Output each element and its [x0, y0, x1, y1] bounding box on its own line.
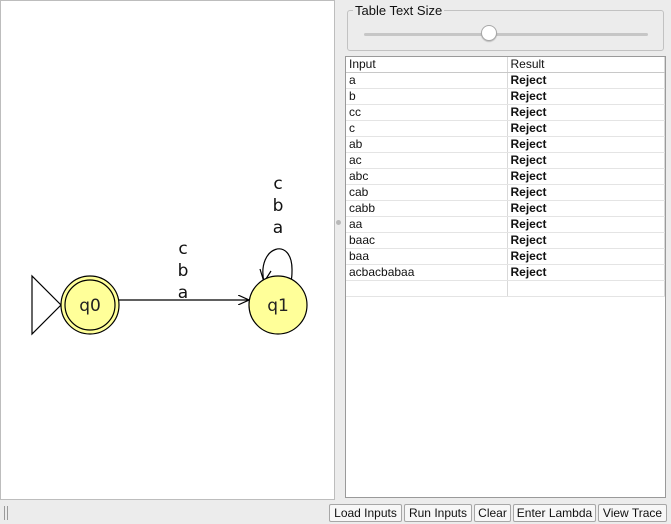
table-header-row: Input Result — [346, 57, 665, 73]
table-text-size-slider-thumb[interactable] — [480, 25, 497, 41]
transition-q1-loop-label: b — [273, 196, 284, 216]
table-text-size-group: Table Text Size — [347, 3, 664, 51]
input-cell[interactable]: cc — [346, 104, 508, 121]
resize-grip-icon — [4, 506, 8, 520]
table-row[interactable]: baa Reject — [346, 248, 665, 265]
input-panel: Table Text Size Input Result a Reject b Rej… — [343, 0, 671, 500]
state-q0[interactable]: q0 — [60, 275, 120, 335]
table-row[interactable]: cab Reject — [346, 184, 665, 201]
input-cell[interactable]: aa — [346, 216, 508, 233]
input-cell[interactable]: a — [346, 72, 508, 89]
result-cell: Reject — [507, 72, 665, 89]
initial-state-marker — [31, 274, 62, 336]
result-cell — [507, 280, 665, 297]
transition-q0-q1-label: c — [178, 239, 187, 259]
table-row[interactable]: ac Reject — [346, 152, 665, 169]
input-cell[interactable]: baa — [346, 248, 508, 265]
result-cell: Reject — [507, 152, 665, 169]
load-inputs-button[interactable]: Load Inputs — [329, 504, 402, 522]
transition-q1-loop-label: a — [273, 218, 283, 238]
result-cell: Reject — [507, 136, 665, 153]
table-row[interactable]: c Reject — [346, 120, 665, 137]
input-cell[interactable]: ab — [346, 136, 508, 153]
result-cell: Reject — [507, 168, 665, 185]
result-cell: Reject — [507, 104, 665, 121]
view-trace-button[interactable]: View Trace — [598, 504, 667, 522]
button-bar: Load Inputs Run Inputs Clear Enter Lambd… — [0, 500, 671, 524]
input-cell[interactable]: b — [346, 88, 508, 105]
result-cell: Reject — [507, 264, 665, 281]
column-header-result[interactable]: Result — [507, 57, 665, 73]
table-row[interactable]: acbacbabaa Reject — [346, 264, 665, 281]
table-row[interactable]: aa Reject — [346, 216, 665, 233]
table-row[interactable]: cabb Reject — [346, 200, 665, 217]
splitter-grip-icon — [336, 220, 341, 225]
table-row[interactable]: b Reject — [346, 88, 665, 105]
state-q1[interactable]: q1 — [248, 275, 308, 335]
table-text-size-title: Table Text Size — [353, 3, 445, 18]
table-row[interactable]: a Reject — [346, 72, 665, 89]
results-table-container: Input Result a Reject b Reject cc Reject c Reje… — [345, 56, 666, 498]
table-row[interactable]: ab Reject — [346, 136, 665, 153]
result-cell: Reject — [507, 216, 665, 233]
result-cell: Reject — [507, 232, 665, 249]
column-header-input[interactable]: Input — [346, 57, 508, 73]
result-cell: Reject — [507, 184, 665, 201]
input-cell[interactable]: acbacbabaa — [346, 264, 508, 281]
table-row[interactable]: abc Reject — [346, 168, 665, 185]
results-table: Input Result a Reject b Reject cc Reject c Reje… — [346, 57, 665, 297]
transition-q1-loop-label: c — [273, 174, 282, 194]
result-cell: Reject — [507, 248, 665, 265]
result-cell: Reject — [507, 120, 665, 137]
result-cell: Reject — [507, 200, 665, 217]
input-cell[interactable]: cabb — [346, 200, 508, 217]
enter-lambda-button[interactable]: Enter Lambda — [513, 504, 596, 522]
table-row[interactable]: baac Reject — [346, 232, 665, 249]
automaton-diagram: q0 q1 c b a c b a — [31, 174, 308, 336]
input-cell[interactable]: abc — [346, 168, 508, 185]
table-text-size-slider-track[interactable] — [364, 33, 648, 36]
pane-splitter[interactable] — [335, 0, 343, 500]
state-q1-label: q1 — [267, 296, 289, 316]
automaton-canvas[interactable]: q0 q1 c b a c b a — [0, 0, 335, 500]
input-cell[interactable]: baac — [346, 232, 508, 249]
input-cell[interactable]: c — [346, 120, 508, 137]
result-cell: Reject — [507, 88, 665, 105]
state-q0-label: q0 — [79, 296, 101, 316]
clear-button[interactable]: Clear — [474, 504, 511, 522]
input-cell[interactable] — [346, 280, 508, 297]
table-row[interactable] — [346, 280, 665, 297]
input-cell[interactable]: ac — [346, 152, 508, 169]
run-inputs-button[interactable]: Run Inputs — [404, 504, 472, 522]
table-row[interactable]: cc Reject — [346, 104, 665, 121]
transition-q0-q1-label: b — [178, 261, 189, 281]
input-cell[interactable]: cab — [346, 184, 508, 201]
transition-q0-q1-label: a — [178, 283, 188, 303]
